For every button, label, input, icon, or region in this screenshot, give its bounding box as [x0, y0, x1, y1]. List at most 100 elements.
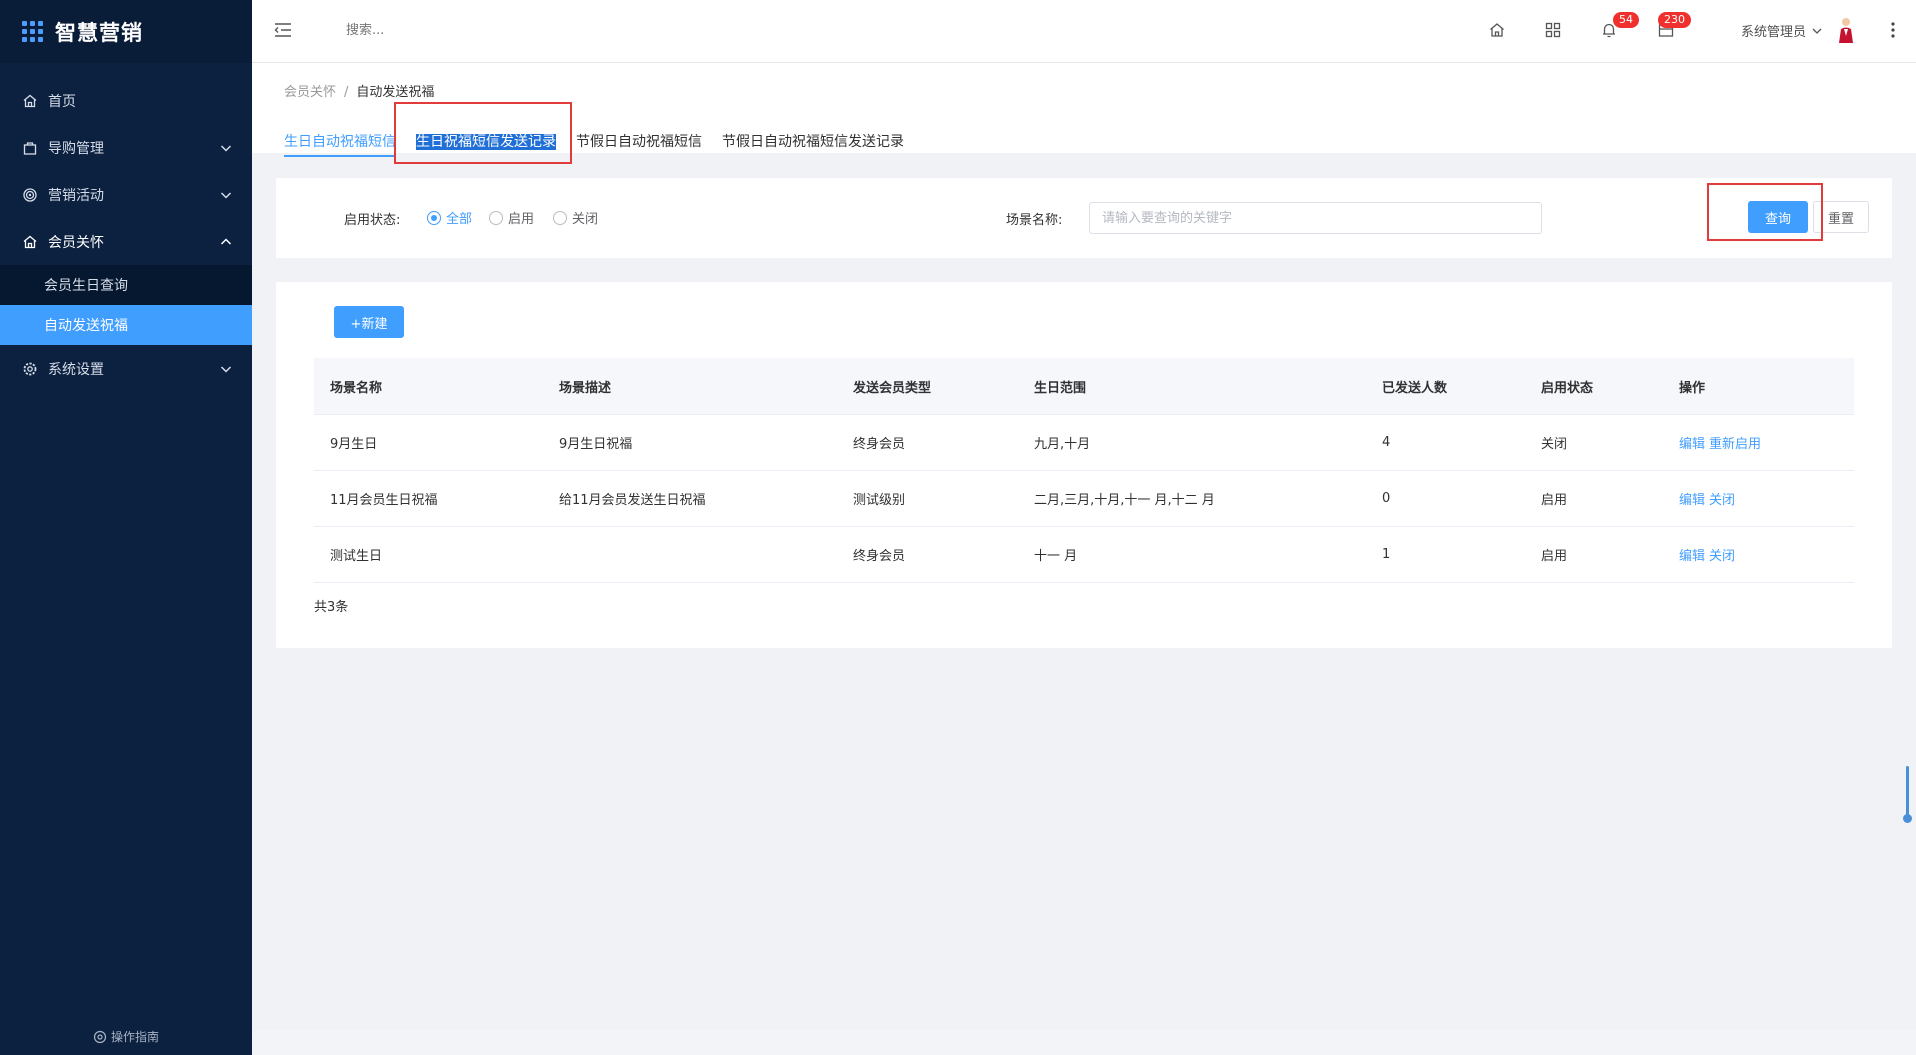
sidebar-item-birthday-query[interactable]: 会员生日查询: [0, 265, 252, 305]
apps-grid-icon: [22, 21, 43, 42]
table-row: 9月生日 9月生日祝福 终身会员 九月,十月 4 关闭 编辑 重新启用: [314, 414, 1854, 471]
table-row: 测试生日 终身会员 十一 月 1 启用 编辑 关闭: [314, 526, 1854, 583]
table-header-row: 场景名称 场景描述 发送会员类型 生日范围 已发送人数 启用状态 操作: [314, 358, 1854, 415]
greeting-table: 场景名称 场景描述 发送会员类型 生日范围 已发送人数 启用状态 操作 9月生日…: [314, 358, 1854, 583]
column-header: 生日范围: [1018, 358, 1366, 415]
table-row: 11月会员生日祝福 给11月会员发送生日祝福 测试级别 二月,三月,十月,十一 …: [314, 470, 1854, 527]
edit-link[interactable]: 编辑: [1679, 493, 1705, 508]
breadcrumb: 会员关怀 / 自动发送祝福: [284, 81, 434, 100]
search-input[interactable]: [344, 22, 548, 39]
radio-label: 启用: [508, 212, 535, 227]
cell-actions: 编辑 关闭: [1663, 470, 1854, 527]
cell-scene-name: 测试生日: [314, 526, 543, 583]
radio-label: 关闭: [572, 212, 599, 227]
tab-holiday-sms-records[interactable]: 节假日自动祝福短信发送记录: [722, 131, 904, 157]
bag-icon: [22, 140, 38, 156]
footer-band: [252, 1030, 1916, 1055]
cell-member-type: 终身会员: [837, 414, 1018, 471]
edit-link[interactable]: 编辑: [1679, 549, 1705, 564]
cell-scene-desc: 9月生日祝福: [543, 414, 837, 471]
radio-all[interactable]: 全部: [427, 208, 472, 227]
sidebar-item-label: 系统设置: [48, 361, 104, 378]
chevron-down-icon: [1812, 28, 1822, 34]
table-panel: +新建 场景名称 场景描述 发送会员类型 生日范围 已发送人数 启用状态 操作 …: [276, 282, 1892, 648]
radio-enabled[interactable]: 启用: [489, 208, 534, 227]
breadcrumb-separator: /: [344, 85, 349, 100]
chevron-up-icon: [218, 234, 234, 250]
chevron-down-icon: [218, 187, 234, 203]
sidebar-item-label: 导购管理: [48, 140, 104, 157]
cell-sent-count: 4: [1366, 414, 1525, 471]
scene-name-input[interactable]: [1089, 202, 1542, 234]
cell-scene-name: 9月生日: [314, 414, 543, 471]
guide-label: 操作指南: [110, 1030, 159, 1044]
chevron-down-icon: [218, 140, 234, 156]
cell-birthday-range: 二月,三月,十月,十一 月,十二 月: [1018, 470, 1366, 527]
sidebar-menu: 首页 导购管理 营销活动 会员关怀 会员生日查询 自动发送祝福 系统设置: [0, 77, 252, 392]
messages-badge: 230: [1658, 12, 1691, 28]
operation-guide-link[interactable]: 操作指南: [0, 1028, 252, 1045]
cell-actions: 编辑 重新启用: [1663, 414, 1854, 471]
highlight-box-tab: [394, 102, 572, 164]
top-header: 54 230 系统管理员: [252, 0, 1916, 63]
column-header: 操作: [1663, 358, 1854, 415]
cell-member-type: 终身会员: [837, 526, 1018, 583]
sidebar-item-system-settings[interactable]: 系统设置: [0, 345, 252, 392]
column-header: 发送会员类型: [837, 358, 1018, 415]
radio-dot: [553, 210, 567, 225]
scroll-indicator[interactable]: [1903, 766, 1912, 823]
chevron-down-icon: [218, 361, 234, 377]
menu-toggle-icon[interactable]: [274, 21, 292, 43]
radio-dot: [489, 210, 503, 225]
cell-scene-desc: [543, 526, 837, 583]
re-enable-link[interactable]: 重新启用: [1709, 437, 1761, 452]
highlight-box-query: [1707, 183, 1823, 241]
radio-disabled[interactable]: 关闭: [553, 208, 598, 227]
notifications-badge: 54: [1613, 12, 1639, 28]
logo[interactable]: 智慧营销: [0, 0, 252, 63]
disable-link[interactable]: 关闭: [1709, 549, 1735, 564]
column-header: 场景描述: [543, 358, 837, 415]
gear-icon: [22, 361, 38, 377]
cell-status: 关闭: [1525, 414, 1663, 471]
home-icon: [22, 234, 38, 250]
user-menu[interactable]: 系统管理员: [1741, 21, 1824, 40]
add-new-button[interactable]: +新建: [334, 306, 404, 338]
sidebar-item-marketing[interactable]: 营销活动: [0, 171, 252, 218]
disable-link[interactable]: 关闭: [1709, 493, 1735, 508]
sidebar-item-label: 营销活动: [48, 187, 104, 204]
apps-icon[interactable]: [1544, 21, 1564, 41]
cell-scene-name: 11月会员生日祝福: [314, 470, 543, 527]
cell-status: 启用: [1525, 526, 1663, 583]
column-header: 场景名称: [314, 358, 543, 415]
cell-scene-desc: 给11月会员发送生日祝福: [543, 470, 837, 527]
help-icon: [93, 1030, 107, 1043]
cell-member-type: 测试级别: [837, 470, 1018, 527]
tab-holiday-auto-sms[interactable]: 节假日自动祝福短信: [576, 131, 702, 157]
column-header: 已发送人数: [1366, 358, 1525, 415]
target-icon: [22, 187, 38, 203]
status-filter-label: 启用状态:: [344, 213, 401, 228]
cell-sent-count: 1: [1366, 526, 1525, 583]
sidebar-item-member-care[interactable]: 会员关怀: [0, 218, 252, 265]
home-icon[interactable]: [1488, 21, 1508, 41]
edit-link[interactable]: 编辑: [1679, 437, 1705, 452]
sidebar-item-label: 会员关怀: [48, 234, 104, 251]
cell-sent-count: 0: [1366, 470, 1525, 527]
filter-panel: 启用状态: 全部 启用 关闭 场景名称: 查询 重置: [276, 178, 1892, 258]
sidebar-item-label: 首页: [48, 93, 76, 110]
cell-status: 启用: [1525, 470, 1663, 527]
sidebar-item-guide-management[interactable]: 导购管理: [0, 124, 252, 171]
avatar[interactable]: [1837, 16, 1855, 48]
cell-birthday-range: 九月,十月: [1018, 414, 1366, 471]
sidebar-item-auto-greeting[interactable]: 自动发送祝福: [0, 305, 252, 345]
breadcrumb-parent[interactable]: 会员关怀: [284, 85, 336, 100]
breadcrumb-current: 自动发送祝福: [356, 85, 435, 100]
scene-name-label: 场景名称:: [1006, 213, 1063, 228]
cell-birthday-range: 十一 月: [1018, 526, 1366, 583]
sidebar-item-home[interactable]: 首页: [0, 77, 252, 124]
pagination-total: 共3条: [314, 600, 349, 615]
more-vertical-icon[interactable]: [1890, 20, 1896, 44]
tab-birthday-auto-sms[interactable]: 生日自动祝福短信: [284, 131, 396, 157]
column-header: 启用状态: [1525, 358, 1663, 415]
